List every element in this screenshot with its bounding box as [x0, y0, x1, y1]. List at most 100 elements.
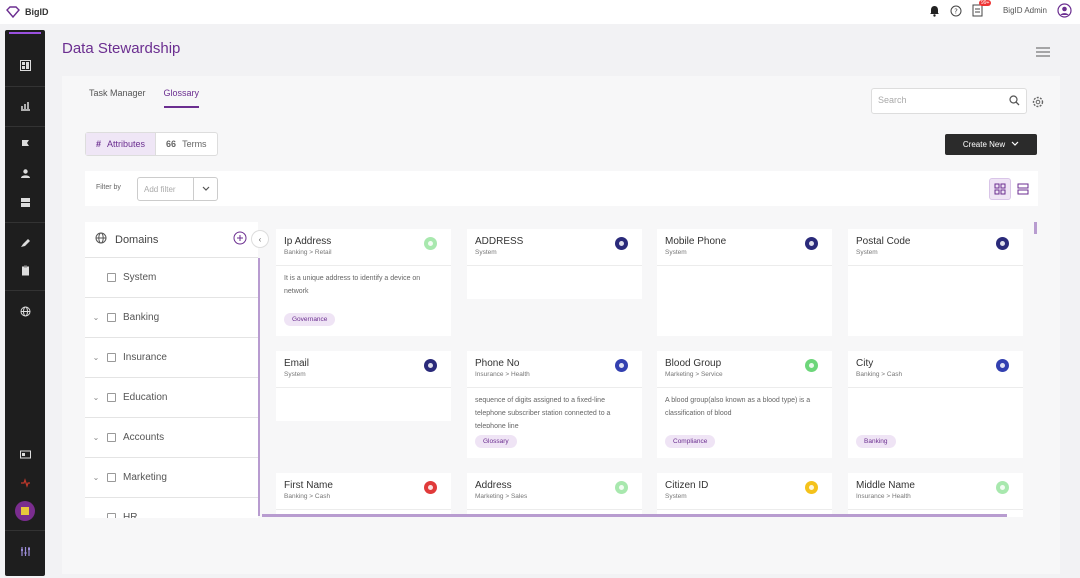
checkbox[interactable] — [107, 273, 116, 282]
status-icon — [805, 237, 818, 250]
vertical-scrollbar[interactable] — [1034, 222, 1037, 234]
domain-item[interactable]: ⌄ Education — [85, 378, 258, 418]
attributes-grid: Ip Address Banking > Retail It is a uniqu… — [261, 222, 1034, 517]
settings-sliders-icon[interactable] — [5, 541, 45, 561]
card-header: Email System — [276, 351, 451, 388]
chevron-down-icon[interactable]: ⌄ — [85, 393, 107, 402]
tag-badge: Governance — [284, 313, 336, 326]
datasource-icon[interactable] — [5, 192, 45, 212]
domain-item[interactable]: ⌄ HR — [85, 498, 258, 518]
add-filter-select[interactable]: Add filter — [137, 177, 218, 201]
attribute-card[interactable]: Citizen ID System — [657, 473, 832, 517]
dashboard-icon[interactable] — [5, 55, 45, 75]
checkbox[interactable] — [107, 473, 116, 482]
add-domain-icon[interactable] — [233, 231, 247, 248]
users-icon[interactable] — [5, 163, 45, 183]
attribute-card[interactable]: Middle Name Insurance > Health — [848, 473, 1023, 517]
chevron-down-icon[interactable] — [193, 178, 218, 200]
card-title: Blood Group — [665, 358, 722, 369]
card-description: A blood group(also known as a blood type… — [665, 397, 811, 417]
avatar-icon[interactable] — [1057, 3, 1072, 18]
domains-panel: Domains System ⌄ Banking ⌄ Insurance ⌄ Educ… — [85, 222, 258, 518]
tag-badge: Compliance — [665, 435, 716, 448]
id-card-icon[interactable] — [5, 444, 45, 464]
terms-toggle[interactable]: 66 Terms — [156, 133, 217, 155]
card-title: Email — [284, 358, 310, 369]
card-header: Postal Code System — [848, 229, 1023, 266]
activity-icon[interactable] — [5, 472, 45, 492]
domain-item[interactable]: System — [85, 258, 258, 298]
card-description: sequence of digits assigned to a fixed-l… — [475, 397, 611, 428]
globe-icon — [95, 232, 107, 247]
card-path: Marketing > Service — [665, 371, 723, 378]
attributes-toggle[interactable]: # Attributes — [86, 133, 157, 155]
domain-item[interactable]: ⌄ Insurance — [85, 338, 258, 378]
status-icon — [996, 237, 1009, 250]
quote-icon: 66 — [166, 139, 177, 149]
bell-icon[interactable] — [929, 5, 940, 17]
globe-icon[interactable] — [5, 301, 45, 321]
chevron-down-icon[interactable]: ⌄ — [85, 433, 107, 442]
domain-label: Marketing — [123, 472, 167, 483]
flag-icon[interactable] — [5, 134, 45, 154]
attribute-card[interactable]: Email System — [276, 351, 451, 421]
notifications-icon[interactable]: 99+ — [972, 0, 992, 17]
user-name[interactable]: BigID Admin — [1003, 6, 1047, 15]
side-nav — [5, 30, 45, 576]
create-new-label: Create New — [962, 140, 1006, 149]
card-header: Citizen ID System — [657, 473, 832, 510]
horizontal-scrollbar[interactable] — [262, 514, 1007, 517]
checkbox[interactable] — [107, 393, 116, 402]
card-path: Banking > Retail — [284, 249, 332, 256]
create-new-button[interactable]: Create New — [945, 134, 1037, 155]
attribute-card[interactable]: Mobile Phone System — [657, 229, 832, 336]
attribute-card[interactable]: Address Marketing > Sales — [467, 473, 642, 517]
list-view-icon[interactable] — [1012, 178, 1034, 200]
search-input[interactable]: Search — [871, 88, 1027, 114]
attribute-card[interactable]: Ip Address Banking > Retail It is a uniqu… — [276, 229, 451, 336]
app-logo[interactable]: BigID — [6, 6, 49, 18]
card-description: It is a unique address to identify a dev… — [284, 275, 421, 295]
grid-view-icon[interactable] — [989, 178, 1011, 200]
checkbox[interactable] — [107, 313, 116, 322]
checkbox[interactable] — [107, 353, 116, 362]
app-switcher-icon[interactable] — [5, 500, 45, 522]
search-icon[interactable] — [1009, 95, 1020, 106]
tag-badge: Glossary — [475, 435, 517, 448]
attribute-card[interactable]: City Banking > Cash Banking — [848, 351, 1023, 458]
domain-item[interactable]: ⌄ Banking — [85, 298, 258, 338]
tab-task-manager[interactable]: Task Manager — [89, 88, 146, 108]
filter-placeholder: Add filter — [144, 185, 176, 194]
chevron-down-icon[interactable]: ⌄ — [85, 353, 107, 362]
filter-bar — [85, 171, 1038, 206]
domain-item[interactable]: ⌄ Accounts — [85, 418, 258, 458]
card-title: Postal Code — [856, 236, 911, 247]
chevron-down-icon[interactable]: ⌄ — [85, 513, 107, 518]
attribute-card[interactable]: Postal Code System — [848, 229, 1023, 336]
attribute-card[interactable]: Phone No Insurance > Health sequence of d… — [467, 351, 642, 458]
menu-icon[interactable] — [1036, 44, 1050, 62]
checkbox[interactable] — [107, 433, 116, 442]
edit-icon[interactable] — [5, 232, 45, 252]
status-icon — [805, 481, 818, 494]
card-title: Address — [475, 480, 512, 491]
tag-badge: Banking — [856, 435, 896, 448]
card-title: Phone No — [475, 358, 520, 369]
domains-header: Domains — [85, 222, 258, 258]
help-icon[interactable]: ? — [950, 5, 962, 17]
attribute-card[interactable]: ADDRESS System — [467, 229, 642, 299]
card-path: System — [475, 249, 497, 256]
chevron-down-icon[interactable]: ⌄ — [85, 313, 107, 322]
reports-icon[interactable] — [5, 95, 45, 115]
chevron-down-icon[interactable]: ⌄ — [85, 473, 107, 482]
card-header: Ip Address Banking > Retail — [276, 229, 451, 266]
domain-item[interactable]: ⌄ Marketing — [85, 458, 258, 498]
checkbox[interactable] — [107, 513, 116, 518]
page-title: Data Stewardship — [62, 40, 181, 57]
attribute-card[interactable]: Blood Group Marketing > Service A blood g… — [657, 351, 832, 458]
clipboard-icon[interactable] — [5, 260, 45, 280]
gear-icon[interactable] — [1032, 95, 1044, 113]
tab-glossary[interactable]: Glossary — [163, 88, 200, 108]
card-path: Marketing > Sales — [475, 493, 528, 500]
attribute-card[interactable]: First Name Banking > Cash — [276, 473, 451, 517]
